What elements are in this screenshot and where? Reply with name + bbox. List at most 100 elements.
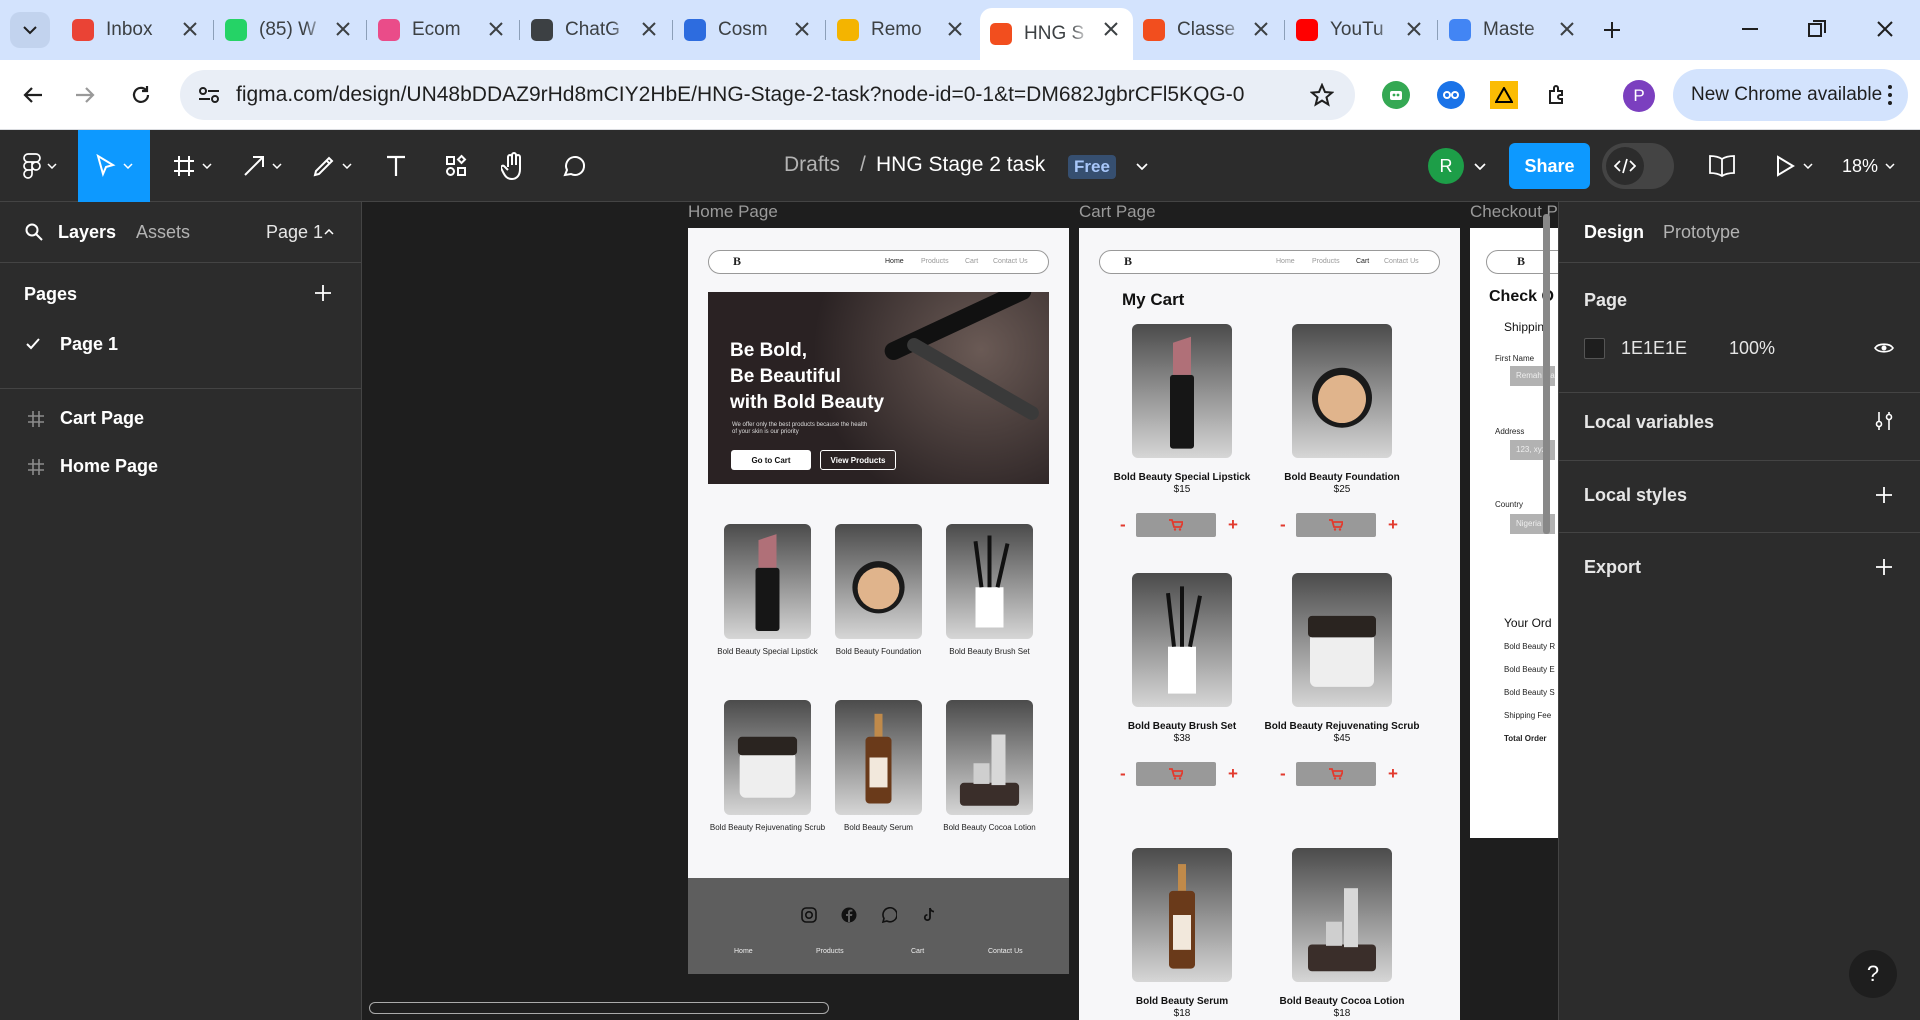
new-tab-button[interactable] [1598,16,1626,44]
browser-tab[interactable]: YouTu [1286,8,1436,52]
back-button[interactable] [18,80,48,110]
multiplayer-chevron[interactable] [1472,158,1488,174]
move-tool-button[interactable] [78,130,150,202]
footer-cart[interactable]: Cart [911,948,924,955]
bookmark-star-button[interactable] [1309,82,1335,108]
nav-contact[interactable]: Contact Us [1384,258,1419,265]
decrease-quantity-button[interactable]: - [1280,764,1286,784]
reload-button[interactable] [126,80,156,110]
local-styles-header[interactable]: Local styles [1584,485,1687,506]
nav-home[interactable]: Home [885,258,904,265]
tab-assets[interactable]: Assets [136,222,190,243]
zoom-level[interactable]: 18% [1842,156,1878,177]
footer-home[interactable]: Home [734,948,753,955]
add-to-cart-button[interactable] [1136,762,1216,786]
home-page-frame[interactable]: B Home Products Cart Contact Us Be Bold,… [688,228,1069,974]
nav-products[interactable]: Products [921,258,949,265]
canvas-horizontal-scrollbar[interactable] [369,1002,829,1014]
variables-sliders-icon[interactable] [1873,410,1895,432]
close-tab-icon[interactable] [1557,19,1577,39]
home-product-image[interactable] [946,700,1033,815]
facebook-icon[interactable] [840,906,858,924]
add-to-cart-button[interactable] [1296,513,1376,537]
footer-contact[interactable]: Contact Us [988,948,1023,955]
profile-avatar[interactable]: P [1623,80,1655,112]
pen-tool-button[interactable] [308,152,356,180]
zoom-chevron[interactable] [1882,158,1898,174]
browser-tab[interactable]: Classe [1133,8,1283,52]
help-button[interactable]: ? [1849,950,1897,998]
close-tab-icon[interactable] [333,19,353,39]
browser-tab[interactable]: Ecom [368,8,518,52]
extension-robot-icon[interactable] [1382,81,1410,109]
increase-quantity-button[interactable]: + [1228,764,1238,784]
resources-tool-button[interactable] [440,152,472,180]
browser-tab[interactable]: Inbox [62,8,212,52]
shape-tool-button[interactable] [238,152,286,180]
browser-tab[interactable]: Remo [827,8,977,52]
page-selector[interactable]: Page 1 [266,222,323,243]
tab-prototype[interactable]: Prototype [1663,222,1740,243]
home-product-image[interactable] [724,524,811,639]
export-header[interactable]: Export [1584,557,1641,578]
hand-tool-button[interactable] [498,150,530,182]
view-products-button[interactable]: View Products [820,450,896,470]
layer-item-cart-page[interactable]: Cart Page [0,398,362,438]
library-button[interactable] [1706,152,1738,180]
extension-owl-icon[interactable] [1437,81,1465,109]
address-bar[interactable]: figma.com/design/UN48bDDAZ9rHd8mCIY2HbE/… [180,70,1355,120]
decrease-quantity-button[interactable]: - [1120,764,1126,784]
increase-quantity-button[interactable]: + [1388,764,1398,784]
browser-tab[interactable]: (85) W [215,8,365,52]
site-settings-icon[interactable] [196,83,222,107]
add-to-cart-button[interactable] [1296,762,1376,786]
close-tab-icon[interactable] [1101,19,1121,39]
add-page-button[interactable] [312,282,334,304]
tiktok-icon[interactable] [920,906,938,924]
home-product-image[interactable] [946,524,1033,639]
extension-warning-icon[interactable] [1490,81,1518,109]
tab-layers[interactable]: Layers [58,222,116,243]
new-chrome-available-button[interactable]: New Chrome available [1673,69,1908,121]
file-menu-chevron[interactable] [1132,158,1152,174]
tab-search-button[interactable] [10,12,50,48]
home-product-image[interactable] [835,700,922,815]
local-variables-header[interactable]: Local variables [1584,412,1714,433]
background-color-swatch[interactable] [1584,338,1605,359]
frame-label-home[interactable]: Home Page [688,202,778,222]
background-opacity-value[interactable]: 100% [1729,338,1775,359]
nav-cart[interactable]: Cart [965,258,978,265]
canvas[interactable]: Home Page B Home Products Cart Contact U… [363,202,1558,1020]
user-avatar[interactable]: R [1428,148,1464,184]
close-tab-icon[interactable] [486,19,506,39]
text-tool-button[interactable] [380,152,412,180]
figma-main-menu[interactable] [20,152,60,180]
browser-tab[interactable]: Maste [1439,8,1589,52]
close-tab-icon[interactable] [180,19,200,39]
minimize-button[interactable] [1735,14,1765,44]
nav-cart[interactable]: Cart [1356,258,1369,265]
breadcrumb-drafts[interactable]: Drafts [784,153,840,177]
layer-item-home-page[interactable]: Home Page [0,446,362,486]
frame-label-cart[interactable]: Cart Page [1079,202,1156,222]
file-name[interactable]: HNG Stage 2 task [876,153,1045,177]
close-tab-icon[interactable] [639,19,659,39]
browser-tab[interactable]: ChatG [521,8,671,52]
nav-contact[interactable]: Contact Us [993,258,1028,265]
tab-design[interactable]: Design [1584,222,1644,243]
restore-button[interactable] [1802,14,1832,44]
add-to-cart-button[interactable] [1136,513,1216,537]
home-product-image[interactable] [724,700,811,815]
browser-tab[interactable]: HNG S [980,8,1133,60]
page-item-page-1[interactable]: Page 1 [0,324,362,364]
browser-tab[interactable]: Cosm [674,8,824,52]
footer-products[interactable]: Products [816,948,844,955]
search-layers-icon[interactable] [24,222,44,242]
close-window-button[interactable] [1870,14,1900,44]
close-tab-icon[interactable] [792,19,812,39]
cart-page-frame[interactable]: B Home Products Cart Contact Us My Cart … [1079,228,1460,1020]
whatsapp-icon[interactable] [880,906,898,924]
extensions-puzzle-icon[interactable] [1544,81,1572,109]
decrease-quantity-button[interactable]: - [1120,515,1126,535]
add-export-button[interactable] [1873,556,1895,578]
